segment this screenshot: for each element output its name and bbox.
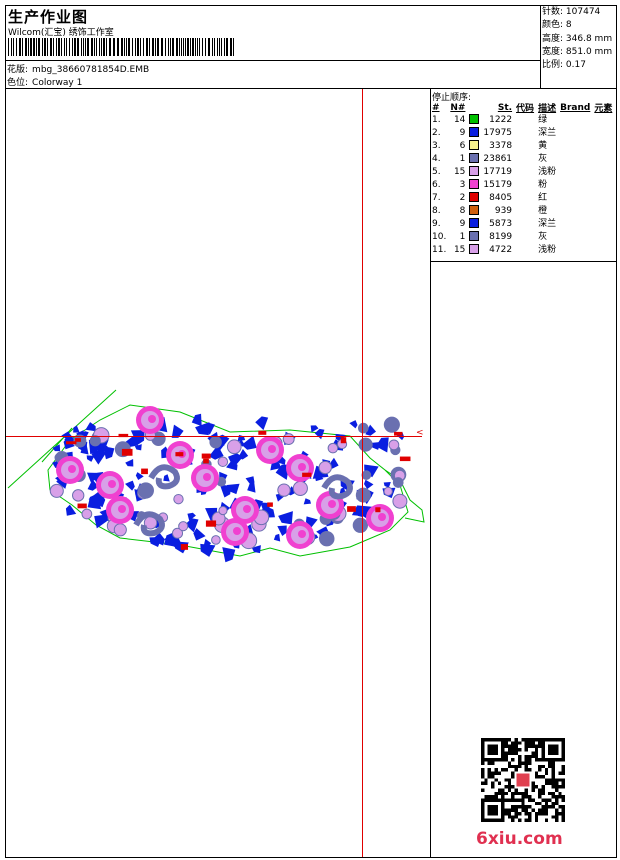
motif-element (243, 505, 251, 513)
motif-element (218, 506, 228, 516)
paisley-motif (148, 464, 180, 490)
motif-element (68, 465, 76, 473)
motif-element (352, 517, 369, 533)
accent-motif (302, 472, 312, 477)
accent-motif (347, 506, 356, 512)
motif-element (319, 531, 335, 547)
motif-element (178, 521, 189, 532)
accent-motif (399, 456, 411, 462)
accent-motif (203, 458, 209, 464)
motif-element (217, 456, 229, 467)
motif-element (268, 445, 276, 453)
motif-element (361, 470, 372, 480)
motif-element (173, 493, 184, 505)
motif-element (137, 482, 154, 499)
leaf-motif (125, 459, 134, 467)
center-marker: < (416, 428, 424, 438)
motif-element (211, 535, 221, 545)
leaf-motif (65, 504, 77, 516)
motif-element (226, 439, 242, 455)
motif-element (118, 505, 126, 513)
motif-element (108, 480, 116, 488)
motif-element (327, 442, 339, 454)
accent-motif (340, 437, 347, 444)
motif-element (388, 439, 400, 451)
accent-motif (65, 441, 77, 445)
accent-motif (141, 468, 148, 475)
motif-element (203, 473, 211, 481)
leaf-motif (255, 416, 269, 431)
motif-element (328, 500, 336, 508)
qr-code (481, 738, 565, 822)
motif-element (148, 415, 156, 423)
leaf-motif (171, 424, 184, 438)
accent-motif (121, 448, 133, 456)
accent-motif (375, 507, 381, 513)
site-logo: 6xiu.com (476, 829, 563, 849)
motif-element (233, 527, 241, 535)
motif-element (298, 530, 306, 538)
center-line-horizontal (6, 436, 422, 437)
motif-element (113, 523, 127, 537)
motif-element (209, 435, 222, 449)
leaf-motif (349, 420, 358, 429)
motif-element (277, 483, 291, 497)
accent-motif (180, 544, 189, 550)
motif-element (392, 477, 404, 488)
motif-element (392, 493, 408, 509)
motif-element (49, 483, 64, 498)
accent-motif (175, 452, 184, 457)
motif-element (383, 416, 400, 433)
motif-element (355, 487, 371, 503)
motif-element (89, 435, 101, 447)
leaf-motif (303, 498, 312, 505)
accent-motif (77, 503, 87, 509)
motif-element (357, 422, 369, 434)
motif-element (292, 480, 308, 496)
leaf-motif (125, 480, 135, 491)
motif-element (318, 460, 332, 475)
motif-element (378, 513, 386, 521)
accent-motif (205, 520, 217, 527)
motif-element (298, 463, 306, 471)
motif-element (81, 508, 93, 520)
motif-element (383, 486, 393, 497)
accent-motif (201, 453, 211, 459)
center-line-vertical (362, 89, 363, 857)
accent-motif (267, 502, 273, 507)
motif-element (71, 489, 85, 502)
accent-motif (258, 430, 267, 435)
embroidery-design-canvas (7, 389, 425, 563)
